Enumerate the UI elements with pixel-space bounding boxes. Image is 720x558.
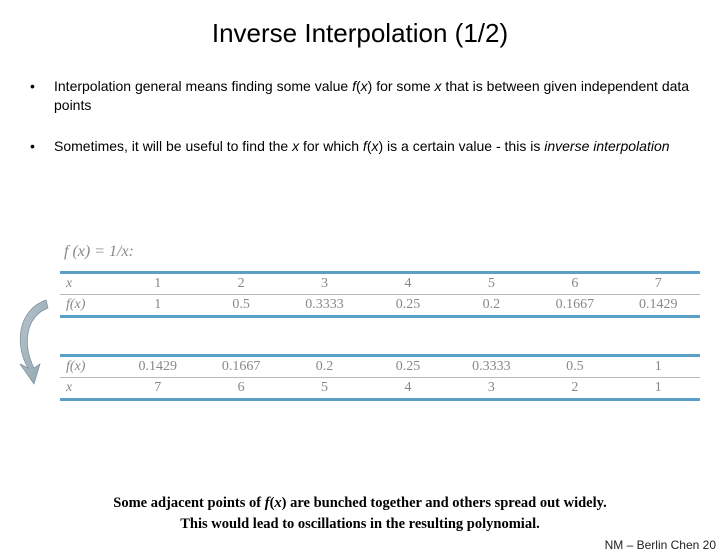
bullet-text: Sometimes, it will be useful to find the… [54, 137, 692, 156]
cell: 0.1429 [116, 359, 199, 375]
cell: 5 [450, 276, 533, 292]
cell: 0.2 [283, 359, 366, 375]
cell: 0.3333 [283, 297, 366, 313]
row-header: x [60, 276, 116, 292]
cell: 6 [533, 276, 616, 292]
bullet-marker: • [28, 77, 54, 115]
footnote-line: This would lead to oscillations in the r… [0, 514, 720, 536]
footnote-line: Some adjacent points of f(x) are bunched… [0, 493, 720, 515]
table-row: f(x) 1 0.5 0.3333 0.25 0.2 0.1667 0.1429 [60, 294, 700, 315]
cell: 4 [366, 380, 449, 396]
footnote-block: Some adjacent points of f(x) are bunched… [0, 493, 720, 537]
table-row: x 1 2 3 4 5 6 7 [60, 274, 700, 294]
table-row: x 7 6 5 4 3 2 1 [60, 377, 700, 398]
bullet-item: • Sometimes, it will be useful to find t… [28, 137, 692, 156]
cell: 7 [116, 380, 199, 396]
cell: 4 [366, 276, 449, 292]
cell: 2 [533, 380, 616, 396]
cell: 0.1429 [617, 297, 700, 313]
bullet-list: • Interpolation general means finding so… [0, 77, 720, 156]
table-swapped: f(x) 0.1429 0.1667 0.2 0.25 0.3333 0.5 1… [60, 354, 700, 401]
row-header: f(x) [60, 297, 116, 313]
cell: 1 [116, 276, 199, 292]
cell: 0.3333 [450, 359, 533, 375]
curved-arrow-icon [10, 296, 56, 386]
cell: 0.2 [450, 297, 533, 313]
cell: 5 [283, 380, 366, 396]
cell: 1 [617, 380, 700, 396]
cell: 0.1667 [533, 297, 616, 313]
bullet-marker: • [28, 137, 54, 156]
cell: 1 [116, 297, 199, 313]
page-title: Inverse Interpolation (1/2) [0, 18, 720, 49]
cell: 2 [199, 276, 282, 292]
table-original: x 1 2 3 4 5 6 7 f(x) 1 0.5 0.3333 0.25 0… [60, 271, 700, 318]
cell: 0.5 [533, 359, 616, 375]
cell: 0.1667 [199, 359, 282, 375]
table-row: f(x) 0.1429 0.1667 0.2 0.25 0.3333 0.5 1 [60, 357, 700, 377]
cell: 3 [450, 380, 533, 396]
row-header: x [60, 380, 116, 396]
bullet-text: Interpolation general means finding some… [54, 77, 692, 115]
cell: 3 [283, 276, 366, 292]
cell: 0.5 [199, 297, 282, 313]
figure-area: f (x) = 1/x: x 1 2 3 4 5 6 7 f(x) 1 0.5 … [60, 243, 700, 437]
bullet-item: • Interpolation general means finding so… [28, 77, 692, 115]
cell: 0.25 [366, 359, 449, 375]
cell: 7 [617, 276, 700, 292]
slide-footer: NM – Berlin Chen 20 [605, 538, 716, 552]
function-label: f (x) = 1/x: [64, 243, 700, 261]
cell: 1 [617, 359, 700, 375]
cell: 0.25 [366, 297, 449, 313]
cell: 6 [199, 380, 282, 396]
row-header: f(x) [60, 359, 116, 375]
